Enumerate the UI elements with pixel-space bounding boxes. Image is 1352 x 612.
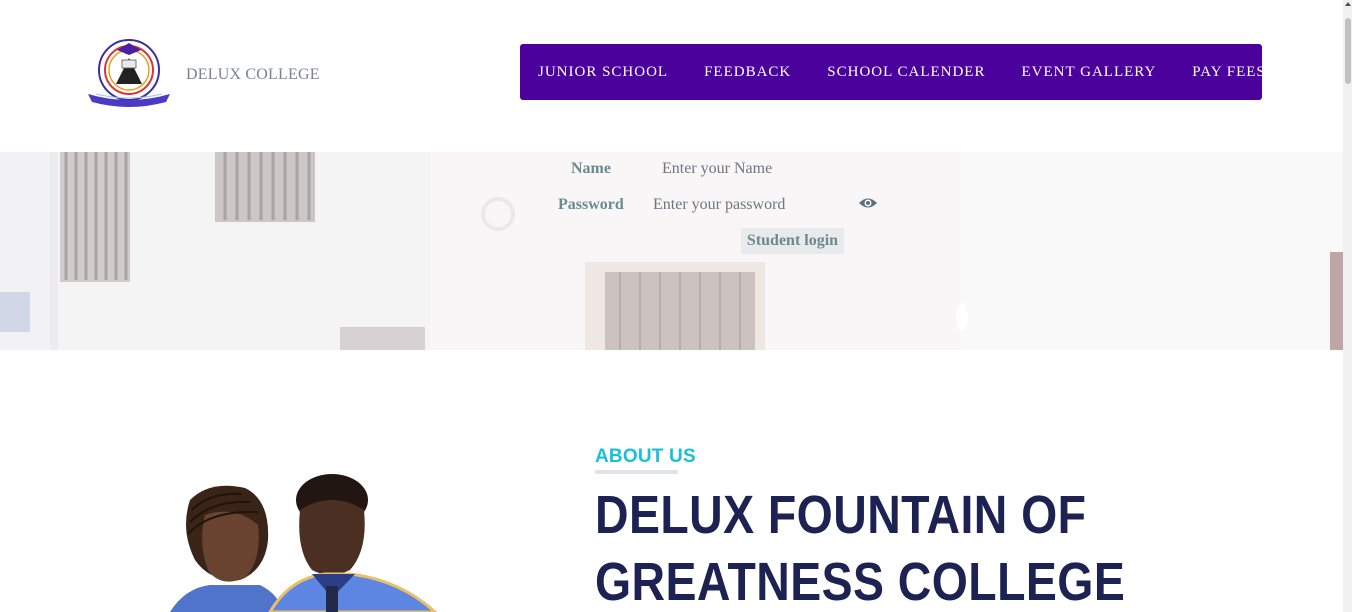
nav-junior-school[interactable]: JUNIOR SCHOOL [538,64,668,81]
eye-icon[interactable] [858,196,878,210]
nav-feedback[interactable]: FEEDBACK [704,64,791,81]
student-login-button[interactable]: Student login [741,228,844,254]
scrollbar-thumb[interactable] [1345,18,1351,84]
about-tag-underline [595,470,678,474]
nav-school-calender[interactable]: SCHOOL CALENDER [827,64,985,81]
hero-banner [0,152,1343,350]
name-label: Name [571,160,611,177]
about-us-tag: ABOUT US [595,446,696,467]
brand-name[interactable]: DELUX COLLEGE [186,66,320,84]
nav-pay-fees[interactable]: PAY FEES [1192,64,1265,81]
scroll-up-arrow-icon[interactable] [1344,0,1352,8]
students-photo [170,474,438,612]
password-label: Password [558,196,624,213]
site-header: DELUX COLLEGE JUNIOR SCHOOL FEEDBACK SCH… [0,0,1343,152]
about-title: DELUX FOUNTAIN OF GREATNESS COLLEGE [595,485,1126,612]
password-input[interactable] [653,194,853,216]
main-nav: JUNIOR SCHOOL FEEDBACK SCHOOL CALENDER E… [520,44,1265,100]
hero-overlay [0,152,1343,350]
nav-event-gallery[interactable]: EVENT GALLERY [1021,64,1156,81]
college-logo[interactable] [84,34,174,108]
name-input[interactable] [662,158,862,180]
page-scrollbar[interactable] [1343,0,1352,612]
